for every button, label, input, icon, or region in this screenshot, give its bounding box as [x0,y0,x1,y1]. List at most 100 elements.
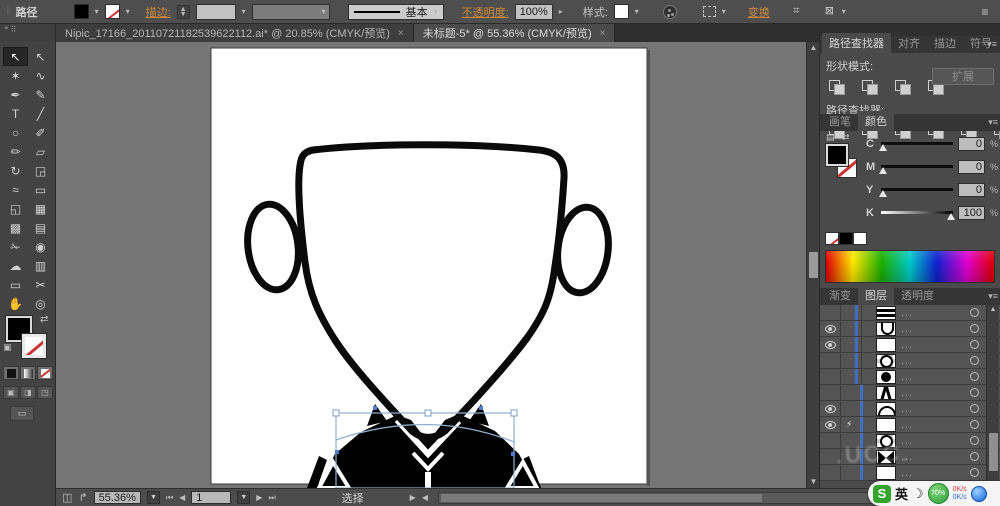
isolate-object-icon[interactable]: ⊠ [823,6,836,17]
target-circle-icon[interactable] [970,372,979,381]
unite-icon[interactable] [826,78,850,95]
slider-track[interactable] [879,165,953,174]
eye-icon[interactable] [824,340,836,349]
slider-value-field[interactable]: 0 [957,182,985,197]
anchor-point[interactable] [511,452,515,456]
minus-front-icon[interactable] [859,78,883,95]
layer-name[interactable]: ... [901,371,970,383]
none-mode-button[interactable] [37,366,53,380]
layer-row[interactable]: ... [820,337,1000,353]
layer-row[interactable]: ... [820,385,1000,401]
stroke-weight-field[interactable] [195,3,236,20]
opacity-stepper-icon[interactable]: ▸ [559,7,563,16]
fill-color-swatch[interactable] [73,4,89,19]
layer-thumbnail[interactable] [876,321,896,336]
draw-inside-button[interactable]: ◳ [37,386,53,399]
color-spectrum-bar[interactable] [825,250,995,283]
color-fill-swatch[interactable] [826,144,848,166]
pen-tool[interactable]: ✒ [3,85,28,104]
transform-link[interactable]: 变换 [748,4,770,20]
close-tab-icon[interactable]: × [398,28,404,39]
rotate-tool[interactable]: ↻ [3,161,28,180]
layer-row[interactable]: ... [820,353,1000,369]
annotation-toggle-icon[interactable]: ◫ [62,491,72,504]
lock-cell[interactable] [841,353,862,368]
layer-thumbnail[interactable] [876,385,896,400]
visibility-cell[interactable] [820,305,841,320]
layer-thumbnail[interactable] [876,337,896,352]
target-circle-icon[interactable] [970,452,979,461]
visibility-cell[interactable] [820,385,841,400]
stroke-weight-dropdown-icon[interactable]: ▾ [242,7,246,16]
align-artboard-icon[interactable]: ⌗ [790,6,803,17]
gradient-tool[interactable]: ▤ [28,218,53,237]
shape-builder-tool[interactable]: ◱ [3,199,28,218]
fill-dropdown-icon[interactable]: ▾ [95,7,99,16]
layers-scroll-thumb[interactable] [989,433,998,471]
artboard-dropdown-icon[interactable]: ▼ [237,491,251,504]
swatch-stack-icon[interactable]: ▤ [826,132,835,143]
layer-name[interactable]: ... [901,339,970,351]
slider-handle[interactable] [879,144,887,151]
zoom-level-field[interactable]: 55.36% [93,491,141,504]
layer-thumbnail[interactable] [876,465,896,480]
layers-tab[interactable]: 图层 [858,285,894,305]
sogou-logo-icon[interactable]: S [873,484,891,503]
pathfinder-tab[interactable]: 对齐 [891,33,927,53]
layer-name[interactable]: ... [901,307,970,319]
layer-name[interactable]: ... [901,451,970,463]
pathfinder-menu-icon[interactable]: ▾≡ [987,39,997,50]
select-similar-icon[interactable] [702,6,716,17]
color-tab[interactable]: 画笔 [822,111,858,131]
graph-tool[interactable]: ▥ [28,256,53,275]
visibility-cell[interactable] [820,369,841,384]
hscroll-left-icon[interactable]: ◀ [422,493,428,502]
artboard-tool[interactable]: ▭ [3,275,28,294]
eye-icon[interactable] [824,324,836,333]
target-circle-icon[interactable] [970,388,979,397]
prev-artboard-icon[interactable]: ◀ [179,493,185,502]
white-swatch[interactable] [853,232,867,245]
security-ball-icon[interactable] [970,485,987,502]
layer-thumbnail[interactable] [876,353,896,368]
document-tab-1[interactable]: Nipic_17166_20110721182539622112.ai* @ 2… [56,24,414,42]
layer-name[interactable]: ... [901,403,970,415]
document-tab-2[interactable]: 未标题-5* @ 55.36% (CMYK/预览) × [413,24,616,42]
line-segment-tool[interactable]: ╱ [28,104,53,123]
opacity-link[interactable]: 不透明度: [462,4,509,20]
stroke-weight-stepper[interactable]: ▲ ▼ [176,4,190,19]
layer-thumbnail[interactable] [876,449,896,464]
layer-name[interactable]: ... [901,355,970,367]
artboard-number-field[interactable]: 1 [191,491,232,504]
visibility-cell[interactable] [820,417,841,432]
vertical-scroll-thumb[interactable] [809,252,818,278]
hand-tool[interactable]: ✋ [3,294,28,313]
slider-track[interactable] [879,188,953,197]
draw-behind-button[interactable]: ◨ [20,386,36,399]
magic-wand-tool[interactable]: ✶ [3,66,28,85]
scale-tool[interactable]: ◲ [28,161,53,180]
layer-thumbnail[interactable] [876,401,896,416]
selection-handle[interactable] [424,409,432,417]
target-circle-icon[interactable] [970,324,979,333]
slider-track[interactable] [879,142,953,151]
layer-name[interactable]: ... [901,387,970,399]
canvas-area[interactable] [56,42,806,488]
layer-row[interactable]: ... [820,321,1000,337]
layer-row[interactable]: ⚡... [820,417,1000,433]
mesh-tool[interactable]: ▩ [3,218,28,237]
share-icon[interactable]: ↱ [78,491,87,504]
layers-tab[interactable]: 透明度 [894,285,941,305]
color-tab[interactable]: 颜色 [858,111,894,131]
curvature-tool[interactable]: ✎ [28,85,53,104]
lock-cell[interactable] [841,449,863,464]
stroke-color-swatch[interactable] [104,4,120,19]
recolor-artwork-icon[interactable] [662,4,677,19]
layers-menu-icon[interactable]: ▾≡ [988,291,998,302]
horizontal-scroll-thumb[interactable] [440,493,763,502]
moon-icon[interactable]: ☽ [912,486,924,502]
ime-language-label[interactable]: 英 [895,484,908,503]
target-circle-icon[interactable] [970,404,979,413]
toolbar-dock-header[interactable]: ❝ ⠿ [0,24,56,42]
layer-row[interactable]: ... [820,369,1000,385]
